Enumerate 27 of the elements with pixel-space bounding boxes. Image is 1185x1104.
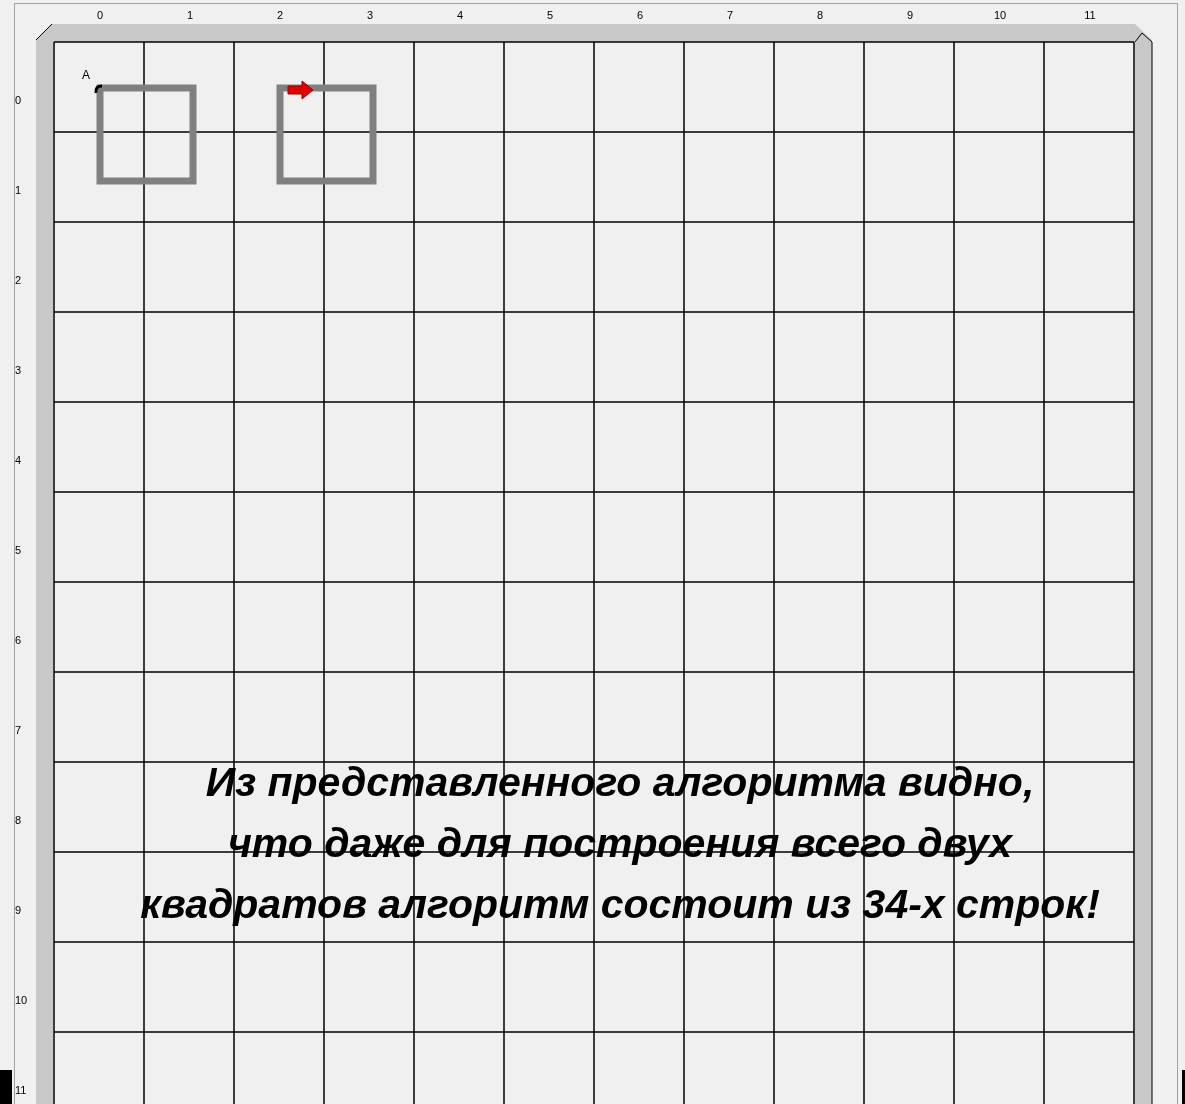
row-label: 10 [15,993,28,1007]
column-label: 8 [815,8,825,22]
row-label: 11 [15,1083,27,1097]
dark-edge [0,1070,12,1104]
column-label: 4 [455,8,465,22]
column-label: 7 [725,8,735,22]
column-label: 3 [365,8,375,22]
row-label: 3 [15,363,22,377]
row-label: 9 [15,903,22,917]
column-label: 5 [545,8,555,22]
row-label: 4 [15,453,22,467]
column-label: 0 [95,8,105,22]
column-label: 11 [1083,8,1097,22]
dark-edge [1182,1070,1185,1104]
row-label: 8 [15,813,22,827]
row-label: 5 [15,543,22,557]
row-label: 6 [15,633,22,647]
column-label: 2 [275,8,285,22]
row-label: 0 [15,93,22,107]
row-label: 2 [15,273,22,287]
point-label: A [82,68,90,82]
column-label: 10 [992,8,1008,22]
column-label: 1 [185,8,195,22]
row-label: 7 [15,723,22,737]
column-label: 9 [905,8,915,22]
column-label: 6 [635,8,645,22]
row-label: 1 [15,183,22,197]
